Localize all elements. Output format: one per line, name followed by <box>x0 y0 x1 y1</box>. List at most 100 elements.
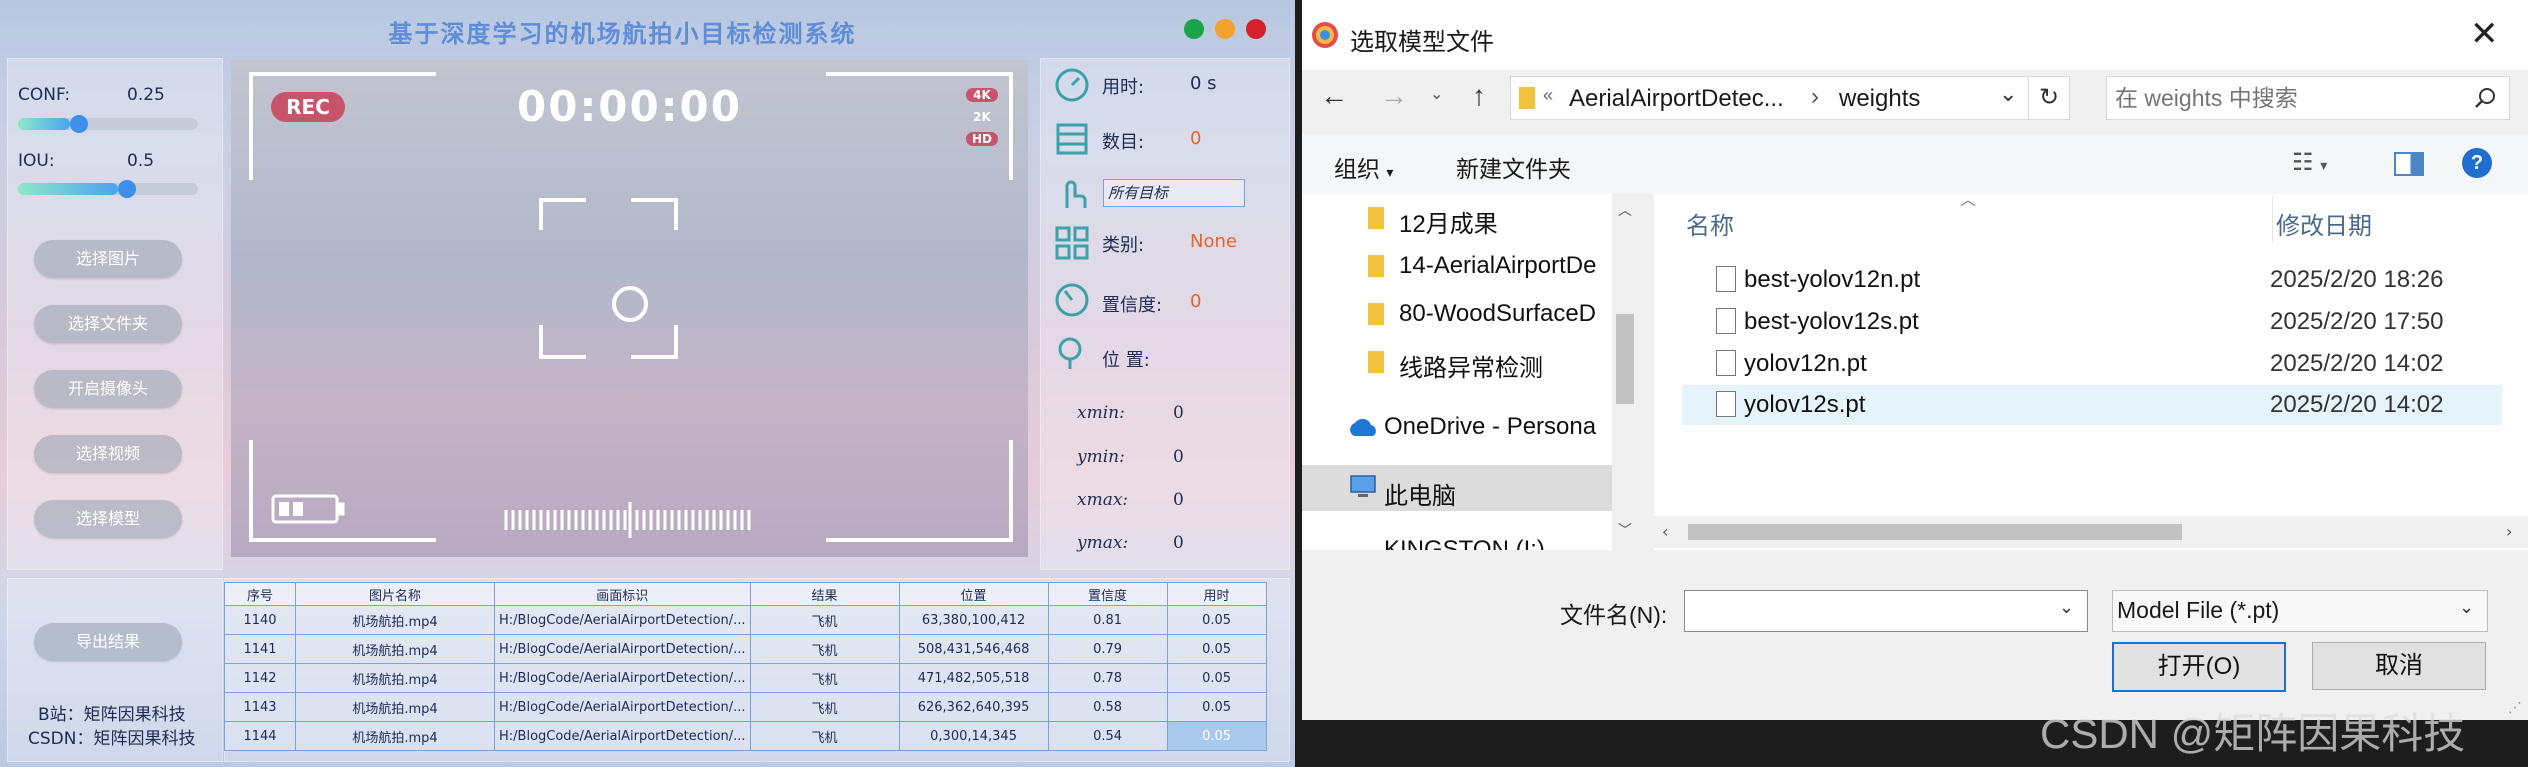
column-header-confidence[interactable]: 置信度 <box>1047 582 1168 606</box>
dialog-close-icon[interactable]: ✕ <box>2470 14 2499 54</box>
nav-item-wood-surface[interactable]: 80-WoodSurfaceD <box>1399 300 1596 328</box>
folder-icon <box>1519 87 1535 109</box>
search-input[interactable] <box>2113 83 2457 113</box>
table-header-row: 序号 图片名称 画面标识 结果 位置 置信度 用时 <box>224 582 1267 606</box>
nav-item-12月成果[interactable]: 12月成果 <box>1399 204 1498 239</box>
scroll-left-icon[interactable]: ‹ <box>1662 522 1668 541</box>
file-name: yolov12s.pt <box>1744 391 1866 418</box>
close-dot-red[interactable] <box>1246 19 1266 39</box>
battery-icon <box>271 494 345 524</box>
column-header-result[interactable]: 结果 <box>749 582 900 606</box>
cell-time: 0.05 <box>1166 634 1267 664</box>
select-image-button[interactable]: 选择图片 <box>34 240 182 278</box>
folder-icon <box>1368 207 1384 229</box>
resize-grip-icon[interactable]: ⋰ <box>2508 700 2522 716</box>
file-row[interactable]: best-yolov12n.pt 2025/2/20 18:26 <box>1682 260 2502 300</box>
back-arrow-icon[interactable]: ← <box>1320 80 1348 112</box>
forward-arrow-icon[interactable]: → <box>1380 80 1408 112</box>
file-list-hscrollbar[interactable]: ‹ › <box>1654 516 2528 548</box>
select-model-button[interactable]: 选择模型 <box>34 500 182 538</box>
organize-menu[interactable]: 组织 ▾ <box>1334 150 1393 184</box>
preview-pane-icon[interactable] <box>2394 152 2424 176</box>
cell-image-name: 机场航拍.mp4 <box>295 721 495 751</box>
cell-time: 0.05 <box>1166 605 1267 635</box>
cell-index: 1142 <box>224 663 296 693</box>
nav-item-aerial-airport[interactable]: 14-AerialAirportDe <box>1399 252 1596 280</box>
folder-icon <box>1368 303 1384 325</box>
filename-combobox[interactable]: ⌄ <box>1684 590 2088 632</box>
cell-image-name: 机场航拍.mp4 <box>295 605 495 635</box>
results-table: 序号 图片名称 画面标识 结果 位置 置信度 用时 1140 机场航拍.mp4 H:… <box>224 582 1267 751</box>
address-dropdown-icon[interactable]: ⌄ <box>1999 81 2017 107</box>
column-header-position[interactable]: 位置 <box>898 582 1049 606</box>
up-arrow-icon[interactable]: ↑ <box>1472 80 1486 112</box>
table-row[interactable]: 1143 机场航拍.mp4 H:/BlogCode/AerialAirportDet… <box>224 692 1267 722</box>
column-header-name[interactable]: 名称 <box>1686 206 1734 241</box>
address-bar[interactable]: « AerialAirportDetec... › weights ⌄ <box>1510 76 2030 120</box>
nav-scrollbar[interactable]: ︿ ﹀ <box>1612 194 1638 550</box>
iou-slider-handle[interactable] <box>118 180 136 198</box>
column-header-time[interactable]: 用时 <box>1166 582 1267 606</box>
nav-item-onedrive[interactable]: OneDrive - Persona <box>1384 413 1596 441</box>
column-header-frame-id[interactable]: 画面标识 <box>494 582 751 606</box>
position-label: 位 置: <box>1102 350 1150 371</box>
csdn-watermark: CSDN @矩阵因果科技 <box>2040 710 2466 757</box>
filename-dropdown-icon[interactable]: ⌄ <box>2059 597 2074 618</box>
open-camera-button[interactable]: 开启摄像头 <box>34 370 182 408</box>
file-row-selected[interactable]: yolov12s.pt 2025/2/20 14:02 <box>1682 385 2502 425</box>
file-name: yolov12n.pt <box>1744 350 1867 377</box>
breadcrumb-current[interactable]: weights <box>1839 85 1920 113</box>
file-row[interactable]: best-yolov12s.pt 2025/2/20 17:50 <box>1682 302 2502 342</box>
onedrive-cloud-icon <box>1350 418 1376 436</box>
ymax-label: ymax: <box>1077 533 1129 553</box>
select-folder-button[interactable]: 选择文件夹 <box>34 305 182 343</box>
nav-scroll-thumb[interactable] <box>1616 314 1634 404</box>
export-results-button[interactable]: 导出结果 <box>34 623 182 661</box>
filename-input[interactable] <box>1691 597 2035 625</box>
table-row[interactable]: 1144 机场航拍.mp4 H:/BlogCode/AerialAirportDet… <box>224 721 1267 751</box>
nav-scroll-up-icon[interactable]: ︿ <box>1618 200 1632 220</box>
conf-slider[interactable] <box>18 115 198 133</box>
cancel-button[interactable]: 取消 <box>2312 642 2486 690</box>
table-row[interactable]: 1142 机场航拍.mp4 H:/BlogCode/AerialAirportDet… <box>224 663 1267 693</box>
maximize-dot-yellow[interactable] <box>1215 19 1235 39</box>
table-row[interactable]: 1141 机场航拍.mp4 H:/BlogCode/AerialAirportDet… <box>224 634 1267 664</box>
breadcrumb-more[interactable]: « <box>1543 85 1553 106</box>
column-header-index[interactable]: 序号 <box>224 582 296 606</box>
table-row[interactable]: 1140 机场航拍.mp4 H:/BlogCode/AerialAirportDet… <box>224 605 1267 635</box>
confidence-value: 0 <box>1190 291 1202 312</box>
conf-slider-handle[interactable] <box>70 115 88 133</box>
open-button[interactable]: 打开(O) <box>2112 642 2286 692</box>
search-box[interactable] <box>2106 76 2510 120</box>
nav-item-this-pc[interactable]: 此电脑 <box>1384 476 1456 511</box>
help-button[interactable]: ? <box>2462 148 2492 178</box>
column-header-date[interactable]: 修改日期 <box>2276 206 2372 241</box>
new-folder-button[interactable]: 新建文件夹 <box>1456 150 1571 184</box>
recent-dropdown-icon[interactable]: ⌄ <box>1430 84 1443 104</box>
breadcrumb-separator-icon: › <box>1811 83 1819 110</box>
file-row[interactable]: yolov12n.pt 2025/2/20 14:02 <box>1682 344 2502 384</box>
target-select[interactable]: 所有目标 <box>1103 179 1245 207</box>
minimize-dot-green[interactable] <box>1184 19 1204 39</box>
cell-time: 0.05 <box>1166 663 1267 693</box>
column-header-image-name[interactable]: 图片名称 <box>295 582 495 606</box>
cell-result: 飞机 <box>749 634 900 664</box>
iou-slider[interactable] <box>18 180 198 198</box>
file-icon <box>1716 308 1736 334</box>
cell-position: 0,300,14,345 <box>898 721 1049 751</box>
breadcrumb-parent[interactable]: AerialAirportDetec... <box>1569 85 1784 113</box>
iou-label: IOU: <box>18 151 55 171</box>
location-icon <box>1058 337 1082 369</box>
filetype-select[interactable]: Model File (*.pt) ⌄ <box>2112 590 2488 632</box>
filetype-dropdown-icon[interactable]: ⌄ <box>2459 597 2474 618</box>
scroll-right-icon[interactable]: › <box>2506 522 2512 541</box>
select-video-button[interactable]: 选择视频 <box>34 435 182 473</box>
conf-value: 0.25 <box>127 85 165 105</box>
refresh-button[interactable]: ↻ <box>2028 76 2070 120</box>
nav-item-line-anomaly[interactable]: 线路异常检测 <box>1399 348 1543 383</box>
view-options-icon[interactable]: ☷ ▾ <box>2292 148 2327 177</box>
nav-scroll-down-icon[interactable]: ﹀ <box>1618 520 1632 540</box>
nav-item-kingston[interactable]: KINGSTON (I:) <box>1384 536 1545 550</box>
hscroll-thumb[interactable] <box>1688 524 2182 540</box>
confidence-label: 置信度: <box>1102 295 1163 316</box>
